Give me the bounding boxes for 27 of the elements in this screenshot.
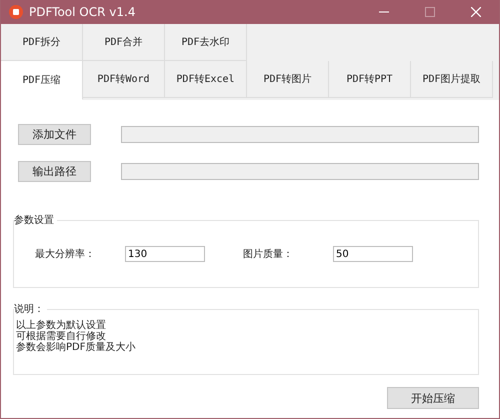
window-title: PDFTool OCR v1.4 xyxy=(29,5,136,19)
file-button[interactable]: 添加文件 xyxy=(18,124,91,145)
tab[interactable]: PDF转Word xyxy=(83,61,165,98)
tab[interactable]: PDF转图片 xyxy=(247,61,329,98)
tab[interactable]: PDF去水印 xyxy=(165,24,247,61)
tab[interactable]: PDF图片提取 xyxy=(411,61,493,98)
tab[interactable]: PDF合并 xyxy=(83,24,165,61)
note-text: 可根据需要自行修改 xyxy=(16,331,107,342)
group-title: 参数设置 xyxy=(14,213,57,227)
path-field[interactable] xyxy=(121,126,479,143)
maximize-icon[interactable] xyxy=(425,7,435,17)
tab[interactable]: PDF转Excel xyxy=(165,61,247,98)
group-title: 说明： xyxy=(14,302,47,316)
input-field[interactable]: 130 xyxy=(125,246,205,262)
field-label: 最大分辨率： xyxy=(35,248,96,261)
tab[interactable]: PDF转PPT xyxy=(329,61,411,98)
app-logo-icon xyxy=(9,5,23,19)
input-field[interactable]: 50 xyxy=(333,246,413,262)
start-button[interactable]: 开始压缩 xyxy=(387,387,479,409)
field-label: 图片质量： xyxy=(243,248,294,261)
file-button[interactable]: 输出路径 xyxy=(18,161,91,182)
note-text: 参数会影响PDF质量及大小 xyxy=(16,342,136,353)
tab[interactable]: PDF拆分 xyxy=(1,24,83,61)
close-icon[interactable] xyxy=(471,7,481,17)
tab[interactable]: PDF压缩 xyxy=(1,61,83,100)
path-field[interactable] xyxy=(121,163,479,180)
note-text: 以上参数为默认设置 xyxy=(16,320,107,331)
